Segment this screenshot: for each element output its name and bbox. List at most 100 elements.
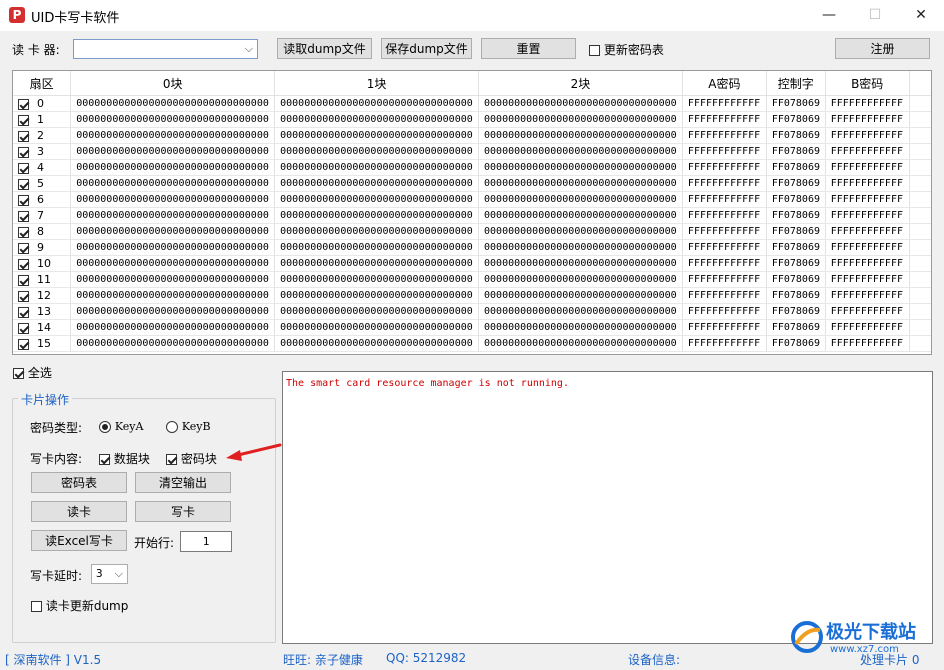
key-b-cell[interactable]: FFFFFFFFFFFF	[825, 95, 910, 112]
control-cell[interactable]: FF078069	[766, 143, 826, 160]
row-checkbox[interactable]	[18, 322, 29, 334]
read-dump-button[interactable]: 读取dump文件	[277, 38, 372, 59]
table-row[interactable]: 2 00000000000000000000000000000000 0000000…	[13, 127, 931, 144]
header-key-b[interactable]: B密码	[825, 71, 910, 96]
key-b-cell[interactable]: FFFFFFFFFFFF	[825, 207, 910, 224]
data-block-checkbox[interactable]	[99, 454, 110, 465]
table-row[interactable]: 8 00000000000000000000000000000000 0000000…	[13, 223, 931, 240]
block1-cell[interactable]: 00000000000000000000000000000000	[274, 143, 480, 160]
update-key-table-option[interactable]: 更新密码表	[589, 41, 664, 58]
key-b-option[interactable]: KeyB	[166, 419, 211, 433]
table-row[interactable]: 14 00000000000000000000000000000000 000000…	[13, 319, 931, 336]
row-checkbox[interactable]	[18, 162, 29, 174]
block0-cell[interactable]: 00000000000000000000000000000000	[70, 175, 276, 192]
key-b-cell[interactable]: FFFFFFFFFFFF	[825, 303, 910, 320]
block1-cell[interactable]: 00000000000000000000000000000000	[274, 159, 480, 176]
key-b-cell[interactable]: FFFFFFFFFFFF	[825, 255, 910, 272]
header-key-a[interactable]: A密码	[682, 71, 767, 96]
block1-cell[interactable]: 00000000000000000000000000000000	[274, 287, 480, 304]
row-checkbox[interactable]	[18, 338, 29, 350]
control-cell[interactable]: FF078069	[766, 239, 826, 256]
block0-cell[interactable]: 00000000000000000000000000000000	[70, 319, 276, 336]
key-a-cell[interactable]: FFFFFFFFFFFF	[682, 175, 767, 192]
key-b-cell[interactable]: FFFFFFFFFFFF	[825, 111, 910, 128]
sector-table[interactable]: 扇区 0块 1块 2块 A密码 控制字 B密码 0 000000000000000…	[12, 70, 932, 355]
key-a-cell[interactable]: FFFFFFFFFFFF	[682, 127, 767, 144]
block0-cell[interactable]: 00000000000000000000000000000000	[70, 159, 276, 176]
block2-cell[interactable]: 00000000000000000000000000000000	[478, 255, 683, 272]
sector-cell[interactable]: 14	[13, 319, 72, 336]
table-row[interactable]: 0 0000000000000000000000000000000 0 0000000…	[13, 95, 931, 112]
header-sector[interactable]: 扇区	[13, 71, 72, 96]
key-a-cell[interactable]: FFFFFFFFFFFF	[682, 303, 767, 320]
block2-cell[interactable]: 00000000000000000000000000000000	[478, 159, 683, 176]
control-cell[interactable]: FF078069	[766, 175, 826, 192]
block1-cell[interactable]: 00000000000000000000000000000000	[274, 127, 480, 144]
key-b-cell[interactable]: FFFFFFFFFFFF	[825, 159, 910, 176]
row-checkbox[interactable]	[18, 242, 29, 254]
data-block-option[interactable]: 数据块	[99, 450, 150, 467]
block0-cell[interactable]: 00000000000000000000000000000000	[70, 223, 276, 240]
block0-cell[interactable]: 00000000000000000000000000000000	[70, 255, 276, 272]
sector-cell[interactable]: 15	[13, 335, 72, 352]
block0-cell[interactable]: 00000000000000000000000000000000	[70, 191, 276, 208]
block0-cell[interactable]: 00000000000000000000000000000000	[70, 287, 276, 304]
row-checkbox[interactable]	[18, 178, 29, 190]
sector-cell[interactable]: 11	[13, 271, 72, 288]
control-cell[interactable]: FF078069	[766, 223, 826, 240]
table-row[interactable]: 15 00000000000000000000000000000000 000000…	[13, 335, 931, 352]
sector-cell[interactable]: 1	[13, 111, 72, 128]
block2-cell[interactable]: 00000000000000000000000000000000	[478, 223, 683, 240]
key-b-cell[interactable]: FFFFFFFFFFFF	[825, 143, 910, 160]
key-a-cell[interactable]: FFFFFFFFFFFF	[682, 191, 767, 208]
control-cell[interactable]: FF078069	[766, 159, 826, 176]
read-excel-write-button[interactable]: 读Excel写卡	[31, 530, 127, 551]
control-cell[interactable]: FF078069	[766, 111, 826, 128]
key-a-cell[interactable]: FFFFFFFFFFFF	[682, 319, 767, 336]
sector-cell[interactable]: 13	[13, 303, 72, 320]
block0-cell[interactable]: 00000000000000000000000000000000	[70, 127, 276, 144]
row-checkbox[interactable]	[18, 210, 29, 222]
block1-cell[interactable]: 00000000000000000000000000000000	[274, 239, 480, 256]
row-checkbox[interactable]	[18, 98, 29, 110]
key-a-cell[interactable]: FFFFFFFFFFFF	[682, 159, 767, 176]
control-cell[interactable]: FF078069	[766, 303, 826, 320]
row-checkbox[interactable]	[18, 226, 29, 238]
control-cell[interactable]: FF078069	[766, 207, 826, 224]
block0-cell[interactable]: 00000000000000000000000000000000	[70, 95, 276, 112]
read-card-button[interactable]: 读卡	[31, 501, 127, 522]
block2-cell[interactable]: 00000000000000000000000000000000	[478, 271, 683, 288]
key-a-cell[interactable]: FFFFFFFFFFFF	[682, 223, 767, 240]
key-b-radio[interactable]	[166, 420, 178, 433]
key-a-cell[interactable]: FFFFFFFFFFFF	[682, 111, 767, 128]
key-b-cell[interactable]: FFFFFFFFFFFF	[825, 335, 910, 352]
write-delay-select[interactable]: 3 ⌵	[91, 564, 128, 584]
write-card-button[interactable]: 写卡	[135, 501, 231, 522]
block0-cell[interactable]: 00000000000000000000000000000000	[70, 239, 276, 256]
row-checkbox[interactable]	[18, 114, 29, 126]
row-checkbox[interactable]	[18, 146, 29, 158]
table-row[interactable]: 13 00000000000000000000000000000000 000000…	[13, 303, 931, 320]
row-checkbox[interactable]	[18, 130, 29, 142]
control-cell[interactable]: FF078069	[766, 255, 826, 272]
sector-cell[interactable]: 3	[13, 143, 72, 160]
key-b-cell[interactable]: FFFFFFFFFFFF	[825, 191, 910, 208]
clear-output-button[interactable]: 清空输出	[135, 472, 231, 493]
sector-cell[interactable]: 10	[13, 255, 72, 272]
block2-cell[interactable]: 00000000000000000000000000000000	[478, 95, 683, 112]
sector-cell[interactable]: 9	[13, 239, 72, 256]
control-cell[interactable]: FF078069	[766, 127, 826, 144]
block2-cell[interactable]: 00000000000000000000000000000000	[478, 143, 683, 160]
key-b-cell[interactable]: FFFFFFFFFFFF	[825, 127, 910, 144]
block1-cell[interactable]: 00000000000000000000000000000000	[274, 223, 480, 240]
sector-cell[interactable]: 5	[13, 175, 72, 192]
key-a-cell[interactable]: FFFFFFFFFFFF	[682, 287, 767, 304]
control-cell[interactable]: FF078069	[766, 271, 826, 288]
block2-cell[interactable]: 00000000000000000000000000000000	[478, 207, 683, 224]
key-a-cell[interactable]: FFFFFFFFFFFF	[682, 207, 767, 224]
sector-cell[interactable]: 4	[13, 159, 72, 176]
block2-cell[interactable]: 00000000000000000000000000000000	[478, 111, 683, 128]
output-textarea[interactable]: The smart card resource manager is not r…	[282, 371, 933, 644]
update-key-table-checkbox[interactable]	[589, 45, 600, 56]
key-block-checkbox[interactable]	[166, 454, 177, 465]
